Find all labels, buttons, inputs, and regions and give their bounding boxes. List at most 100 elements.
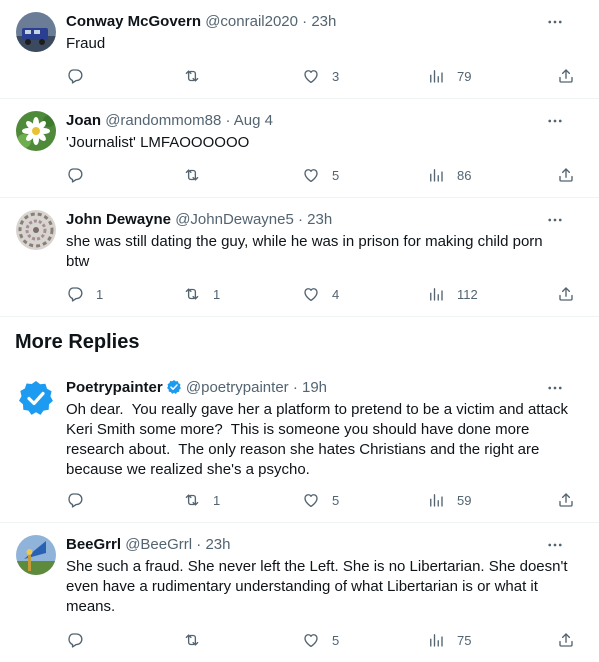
retweet-button[interactable] xyxy=(173,66,213,86)
views-icon xyxy=(427,491,445,509)
reply-button[interactable] xyxy=(56,490,96,510)
reply-tweet[interactable]: BeeGrrl @BeeGrrl · 23h She such a fraud.… xyxy=(0,523,599,662)
retweet-icon xyxy=(183,67,201,85)
reply-icon xyxy=(66,67,84,85)
like-count: 4 xyxy=(332,286,340,302)
like-count: 5 xyxy=(332,167,340,183)
reply-count: 1 xyxy=(96,286,104,302)
verified-badge-icon xyxy=(166,380,181,394)
display-name[interactable]: John Dewayne xyxy=(66,211,171,228)
reply-button[interactable] xyxy=(56,66,96,86)
tweet-text: Oh dear. You really gave her a platform … xyxy=(66,401,573,478)
retweet-icon xyxy=(183,285,201,303)
views-icon xyxy=(427,166,445,184)
retweet-icon xyxy=(183,491,201,509)
views-button[interactable]: 75 xyxy=(417,630,471,650)
views-button[interactable]: 112 xyxy=(417,284,478,304)
retweet-button[interactable]: 1 xyxy=(173,284,220,304)
avatar[interactable] xyxy=(16,378,56,418)
like-button[interactable]: 5 xyxy=(292,165,339,185)
reply-icon xyxy=(66,166,84,184)
more-options-icon[interactable] xyxy=(545,111,565,131)
timestamp[interactable]: · Aug 4 xyxy=(225,112,273,129)
timestamp[interactable]: · 23h xyxy=(196,536,230,553)
reply-button[interactable] xyxy=(56,630,96,650)
reply-tweet[interactable]: Poetrypainter @poetrypainter · 19h Oh de… xyxy=(0,366,599,523)
tweet-text: Fraud xyxy=(66,35,106,52)
views-icon xyxy=(427,67,445,85)
view-count: 79 xyxy=(457,68,472,84)
heart-icon xyxy=(302,67,320,85)
avatar[interactable] xyxy=(16,111,56,151)
reply-tweet[interactable]: Conway McGovern @conrail2020 · 23h Fraud… xyxy=(0,0,599,99)
timestamp[interactable]: · 23h xyxy=(302,13,336,30)
retweet-button[interactable] xyxy=(173,165,213,185)
tweet-text: she was still dating the guy, while he w… xyxy=(66,233,543,270)
like-count: 5 xyxy=(332,632,340,648)
retweet-count: 1 xyxy=(213,286,221,302)
views-icon xyxy=(427,631,445,649)
view-count: 75 xyxy=(457,632,472,648)
more-replies-heading: More Replies xyxy=(15,331,140,353)
avatar[interactable] xyxy=(16,210,56,250)
like-count: 5 xyxy=(332,492,340,508)
action-bar: 5 86 xyxy=(56,165,586,185)
like-button[interactable]: 5 xyxy=(292,630,339,650)
handle[interactable]: @conrail2020 xyxy=(205,13,298,30)
like-button[interactable]: 5 xyxy=(292,490,339,510)
handle[interactable]: @JohnDewayne5 xyxy=(175,211,294,228)
reply-tweet[interactable]: Joan @randommom88 · Aug 4 'Journalist' L… xyxy=(0,99,599,198)
share-button[interactable] xyxy=(547,630,575,650)
retweet-button[interactable] xyxy=(173,630,213,650)
views-button[interactable]: 79 xyxy=(417,66,471,86)
reply-button[interactable]: 1 xyxy=(56,284,103,304)
retweet-count: 1 xyxy=(213,492,221,508)
tweet-text: 'Journalist' LMFAOOOOOO xyxy=(66,134,250,151)
tweet-header: Joan @randommom88 · Aug 4 xyxy=(66,111,583,131)
reply-icon xyxy=(66,631,84,649)
reply-button[interactable] xyxy=(56,165,96,185)
more-options-icon[interactable] xyxy=(545,12,565,32)
action-bar: 5 75 xyxy=(56,630,586,650)
avatar[interactable] xyxy=(16,12,56,52)
more-options-icon[interactable] xyxy=(545,378,565,398)
share-button[interactable] xyxy=(547,66,575,86)
retweet-icon xyxy=(183,166,201,184)
handle[interactable]: @BeeGrrl xyxy=(125,536,192,553)
heart-icon xyxy=(302,631,320,649)
views-button[interactable]: 59 xyxy=(417,490,471,510)
retweet-icon xyxy=(183,631,201,649)
reply-icon xyxy=(66,491,84,509)
retweet-button[interactable]: 1 xyxy=(173,490,220,510)
more-options-icon[interactable] xyxy=(545,535,565,555)
view-count: 59 xyxy=(457,492,472,508)
timestamp[interactable]: · 23h xyxy=(298,211,332,228)
more-options-icon[interactable] xyxy=(545,210,565,230)
tweet-header: John Dewayne @JohnDewayne5 · 23h xyxy=(66,210,583,230)
handle[interactable]: @randommom88 xyxy=(105,112,221,129)
share-icon xyxy=(557,285,575,303)
share-button[interactable] xyxy=(547,165,575,185)
views-button[interactable]: 86 xyxy=(417,165,471,185)
tweet-header: Poetrypainter @poetrypainter · 19h xyxy=(66,378,583,398)
tweet-text: She such a fraud. She never left the Lef… xyxy=(66,558,568,615)
handle[interactable]: @poetrypainter xyxy=(186,379,289,396)
timestamp[interactable]: · 19h xyxy=(293,379,327,396)
reply-icon xyxy=(66,285,84,303)
share-button[interactable] xyxy=(547,284,575,304)
avatar[interactable] xyxy=(16,535,56,575)
views-icon xyxy=(427,285,445,303)
display-name[interactable]: BeeGrrl xyxy=(66,536,121,553)
heart-icon xyxy=(302,285,320,303)
action-bar: 1 5 59 xyxy=(56,490,586,510)
heart-icon xyxy=(302,166,320,184)
share-button[interactable] xyxy=(547,490,575,510)
like-button[interactable]: 4 xyxy=(292,284,339,304)
share-icon xyxy=(557,631,575,649)
display-name[interactable]: Joan xyxy=(66,112,101,129)
reply-tweet[interactable]: John Dewayne @JohnDewayne5 · 23h she was… xyxy=(0,198,599,317)
display-name[interactable]: Poetrypainter xyxy=(66,379,163,396)
like-button[interactable]: 3 xyxy=(292,66,339,86)
display-name[interactable]: Conway McGovern xyxy=(66,13,201,30)
view-count: 112 xyxy=(457,286,478,302)
